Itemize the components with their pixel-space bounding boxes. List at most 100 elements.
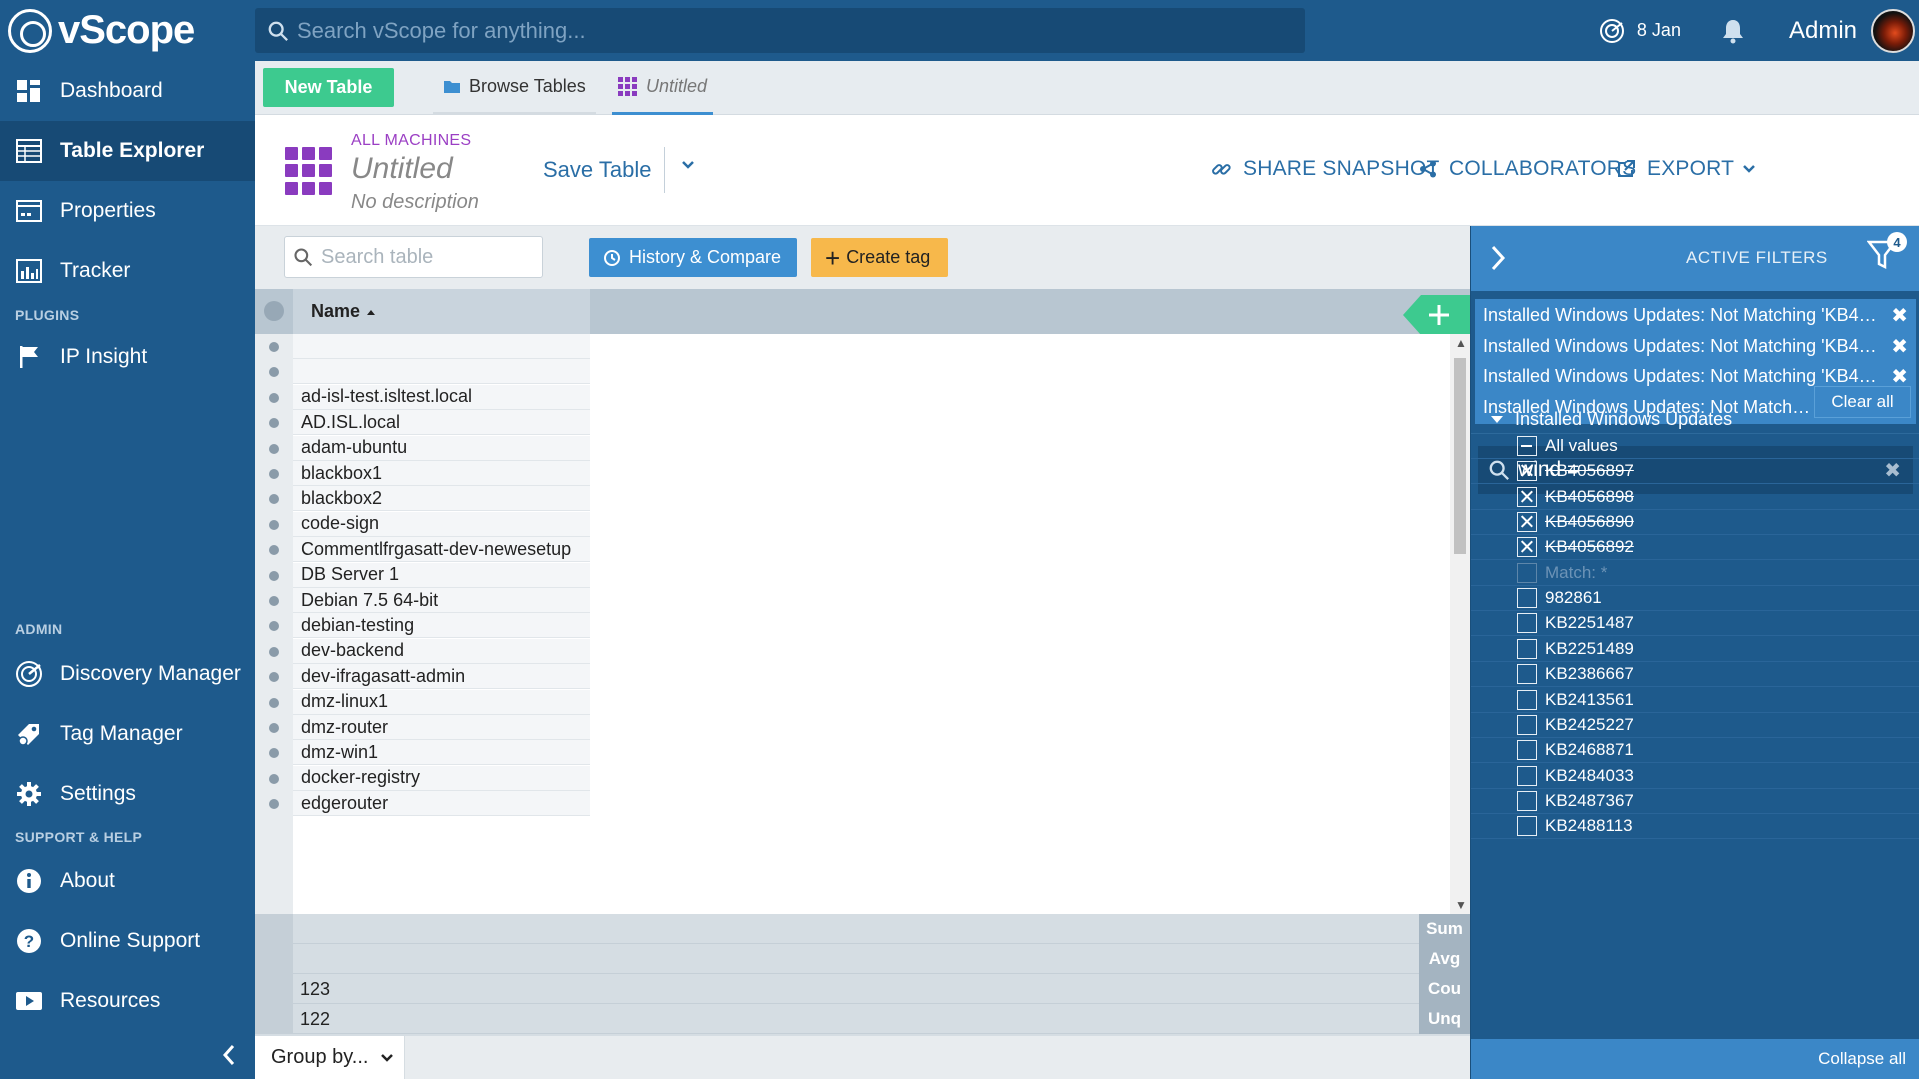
table-row[interactable]: dmz-win1 [255,740,590,766]
checkbox[interactable] [1517,436,1537,456]
row-select-dot[interactable] [269,443,279,454]
tab-untitled[interactable]: Untitled [612,61,714,115]
checkbox[interactable] [1517,588,1537,609]
sidebar-item-table-explorer[interactable]: Table Explorer [0,121,255,181]
select-all-toggle[interactable] [264,301,284,321]
avatar[interactable] [1871,8,1915,53]
table-row[interactable]: blackbox2 [255,486,590,512]
filter-group-header[interactable]: Installed Windows Updates [1471,406,1919,434]
checkbox[interactable] [1517,790,1537,811]
table-row[interactable]: AD.ISL.local [255,410,590,436]
row-select-dot[interactable] [269,418,279,429]
sidebar-item-dashboard[interactable]: Dashboard [0,61,255,121]
filter-chip[interactable]: Installed Windows Updates: Not Matching … [1475,299,1916,332]
collapse-sidebar-icon[interactable] [221,1043,237,1067]
checkbox[interactable] [1517,816,1537,837]
filter-option[interactable]: Match: * [1471,561,1919,586]
table-search[interactable] [284,236,543,278]
filter-option[interactable]: 982861 [1471,586,1919,612]
filter-option[interactable]: KB4056898 [1471,485,1919,510]
sidebar-item-online-support[interactable]: ? Online Support [0,911,255,971]
aggregate-label[interactable]: Avg [1419,944,1470,974]
save-table-button[interactable]: Save Table [543,157,651,183]
row-select-dot[interactable] [269,469,279,479]
checkbox[interactable] [1517,613,1537,634]
table-row[interactable] [255,359,590,385]
create-tag-button[interactable]: + Create tag [811,238,948,277]
aggregate-label[interactable]: Sum [1419,914,1470,944]
aggregate-label[interactable]: Cou [1419,974,1470,1004]
table-scrollbar[interactable]: ▲ ▼ [1450,334,1470,914]
share-snapshot-button[interactable]: SHARE SNAPSHOT [1211,157,1440,181]
table-description[interactable]: No description [351,191,479,214]
table-row[interactable]: docker-registry [255,765,590,791]
row-select-dot[interactable] [269,392,279,403]
filter-chip[interactable]: Installed Windows Updates: Not Matching … [1475,330,1916,363]
collapse-all-button[interactable]: Collapse all [1471,1039,1919,1079]
group-by-select[interactable]: Group by... [255,1036,405,1079]
collaborators-button[interactable]: COLLABORATORS [1419,157,1636,181]
filter-option[interactable]: KB2251489 [1471,637,1919,662]
row-select-dot[interactable] [269,494,279,505]
row-select-dot[interactable] [269,342,279,352]
bell-icon[interactable] [1721,18,1745,44]
row-select-dot[interactable] [269,773,279,784]
filter-option[interactable]: KB4056892 [1471,535,1919,561]
checkbox[interactable] [1517,486,1537,507]
sidebar-item-ip-insight[interactable]: IP Insight [0,327,255,387]
filter-option[interactable]: KB2251487 [1471,611,1919,637]
row-select-dot[interactable] [269,596,279,606]
row-select-dot[interactable] [269,367,279,378]
sidebar-item-properties[interactable]: Properties [0,181,255,241]
checkbox[interactable] [1517,461,1537,482]
table-row[interactable]: DB Server 1 [255,562,590,588]
scroll-up-icon[interactable]: ▲ [1455,336,1467,350]
row-select-dot[interactable] [269,799,279,810]
scrollbar-thumb[interactable] [1454,358,1466,554]
table-row[interactable]: dev-backend [255,638,590,664]
row-select-dot[interactable] [269,545,279,556]
aggregate-label[interactable]: Unq [1419,1004,1470,1034]
sidebar-item-discovery-manager[interactable]: Discovery Manager [0,644,255,704]
table-row[interactable]: code-sign [255,511,590,537]
table-title[interactable]: Untitled [351,152,453,186]
filter-option[interactable]: KB2468871 [1471,738,1919,764]
table-row[interactable]: debian-testing [255,613,590,639]
export-button[interactable]: EXPORT [1617,157,1756,181]
close-icon[interactable]: ✖ [1891,334,1908,359]
filter-option[interactable]: KB4056890 [1471,510,1919,536]
table-row[interactable]: Commentlfrgasatt-dev-newesetup [255,537,590,563]
row-select-dot[interactable] [269,570,279,581]
table-row[interactable]: Debian 7.5 64-bit [255,588,590,613]
checkbox[interactable] [1517,537,1537,558]
checkbox[interactable] [1517,562,1537,583]
checkbox[interactable] [1517,689,1537,710]
row-select-dot[interactable] [269,519,279,530]
vscope-logo[interactable]: vScope [0,0,255,61]
table-row[interactable]: edgerouter [255,791,590,817]
table-row[interactable]: adam-ubuntu [255,435,590,461]
row-select-dot[interactable] [269,748,279,759]
filter-option[interactable]: KB4056897 [1471,459,1919,485]
filter-option[interactable]: KB2413561 [1471,688,1919,713]
sidebar-item-settings[interactable]: Settings [0,764,255,824]
table-row[interactable]: dev-ifragasatt-admin [255,664,590,690]
name-column-header[interactable]: Name [293,289,590,334]
sidebar-item-tag-manager[interactable]: Tag Manager [0,704,255,764]
table-row[interactable]: dmz-linux1 [255,689,590,715]
sidebar-item-about[interactable]: About [0,851,255,911]
table-row[interactable]: blackbox1 [255,461,590,486]
checkbox[interactable] [1517,638,1537,659]
user-name[interactable]: Admin [1789,17,1857,45]
row-select-dot[interactable] [269,646,279,657]
table-row[interactable]: ad-isl-test.isltest.local [255,384,590,410]
sidebar-item-resources[interactable]: Resources [0,971,255,1031]
close-icon[interactable]: ✖ [1891,303,1908,328]
new-table-button[interactable]: New Table [263,68,394,107]
checkbox[interactable] [1517,740,1537,761]
sidebar-item-tracker[interactable]: Tracker [0,241,255,301]
global-search[interactable] [255,8,1305,53]
table-row[interactable] [255,334,590,359]
chevron-right-icon[interactable] [1489,244,1507,272]
checkbox[interactable] [1517,664,1537,685]
